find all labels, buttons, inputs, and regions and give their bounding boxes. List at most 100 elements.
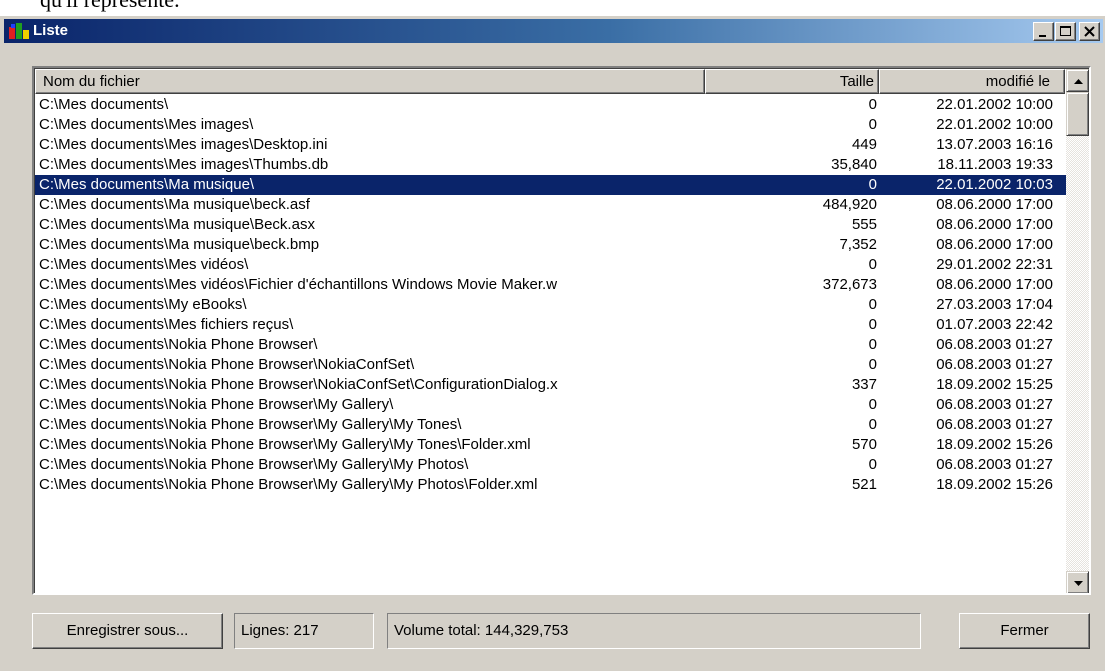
title-bar[interactable]: Liste [4,19,1103,43]
file-name-cell: C:\Mes documents\Nokia Phone Browser\My … [39,396,394,413]
modified-date-cell: 06.08.2003 01:27 [936,356,1053,373]
file-name-cell: C:\Mes documents\Mes images\Desktop.ini [39,136,328,153]
table-row[interactable]: C:\Mes documents\Nokia Phone Browser\My … [35,415,1066,435]
file-size-cell: 0 [868,256,877,273]
line-count-panel: Lignes: 217 [234,613,374,649]
table-row[interactable]: C:\Mes documents\ 0 22.01.2002 10:00 [35,95,1066,115]
modified-date-cell: 22.01.2002 10:00 [936,116,1053,133]
file-name-cell: C:\Mes documents\Nokia Phone Browser\My … [39,476,538,493]
file-name-cell: C:\Mes documents\Nokia Phone Browser\My … [39,436,531,453]
modified-date-cell: 22.01.2002 10:00 [936,96,1053,113]
table-row[interactable]: C:\Mes documents\Nokia Phone Browser\My … [35,435,1066,455]
modified-date-cell: 08.06.2000 17:00 [936,236,1053,253]
table-row[interactable]: C:\Mes documents\Ma musique\ 0 22.01.2002 … [35,175,1066,195]
scroll-down-button[interactable] [1066,571,1089,593]
file-name-cell: C:\Mes documents\Mes images\Thumbs.db [39,156,329,173]
file-name-cell: C:\Mes documents\Ma musique\beck.bmp [39,236,320,253]
list-rows: C:\Mes documents\ 0 22.01.2002 10:00 C:\Mes… [35,95,1066,593]
table-row[interactable]: C:\Mes documents\Mes vidéos\Fichier d'éc… [35,275,1066,295]
file-size-cell: 521 [851,476,877,493]
modified-date-cell: 27.03.2003 17:04 [936,296,1053,313]
table-row[interactable]: C:\Mes documents\Nokia Phone Browser\My … [35,455,1066,475]
table-row[interactable]: C:\Mes documents\Mes images\Thumbs.db 35,… [35,155,1066,175]
table-row[interactable]: C:\Mes documents\Nokia Phone Browser\ 0 06… [35,335,1066,355]
minimize-button[interactable] [1033,22,1054,41]
file-size-cell: 570 [851,436,877,453]
file-size-cell: 555 [851,216,877,233]
file-name-cell: C:\Mes documents\Nokia Phone Browser\Nok… [39,376,558,393]
column-header-modified[interactable]: modifié le [879,69,1065,94]
close-button[interactable]: Fermer [959,613,1090,649]
table-row[interactable]: C:\Mes documents\Mes vidéos\ 0 29.01.2002 … [35,255,1066,275]
table-row[interactable]: C:\Mes documents\Mes images\Desktop.ini 4… [35,135,1066,155]
total-volume-panel: Volume total: 144,329,753 [387,613,921,649]
column-header-size[interactable]: Taille [705,69,879,94]
modified-date-cell: 08.06.2000 17:00 [936,196,1053,213]
file-name-cell: C:\Mes documents\Ma musique\Beck.asx [39,216,315,233]
arrow-up-icon [1074,79,1083,84]
table-row[interactable]: C:\Mes documents\Ma musique\beck.bmp 7,35… [35,235,1066,255]
table-row[interactable]: C:\Mes documents\Nokia Phone Browser\Nok… [35,375,1066,395]
modified-date-cell: 18.09.2002 15:26 [936,476,1053,493]
file-name-cell: C:\Mes documents\Ma musique\beck.asf [39,196,310,213]
modified-date-cell: 01.07.2003 22:42 [936,316,1053,333]
background-document-text: qu'il représente. [40,0,180,13]
file-size-cell: 484,920 [822,196,877,213]
app-icon [9,23,29,39]
modified-date-cell: 18.11.2003 19:33 [937,156,1053,173]
modified-date-cell: 18.09.2002 15:25 [936,376,1053,393]
arrow-down-icon [1074,581,1083,586]
modified-date-cell: 13.07.2003 16:16 [936,136,1053,153]
file-size-cell: 35,840 [831,156,877,173]
scroll-up-button[interactable] [1066,69,1089,92]
vertical-scrollbar[interactable] [1066,69,1089,593]
file-name-cell: C:\Mes documents\Nokia Phone Browser\My … [39,416,462,433]
file-size-cell: 449 [851,136,877,153]
file-size-cell: 7,352 [839,236,877,253]
file-size-cell: 0 [868,396,877,413]
file-size-cell: 0 [868,356,877,373]
modified-date-cell: 08.06.2000 17:00 [936,216,1053,233]
file-size-cell: 0 [868,316,877,333]
file-size-cell: 372,673 [822,276,877,293]
window-title: Liste [33,22,69,39]
table-row[interactable]: C:\Mes documents\Ma musique\Beck.asx 555 0… [35,215,1066,235]
modified-date-cell: 06.08.2003 01:27 [936,396,1053,413]
close-icon [1084,26,1095,37]
close-window-button[interactable] [1079,22,1100,41]
file-name-cell: C:\Mes documents\Nokia Phone Browser\My … [39,456,469,473]
table-row[interactable]: C:\Mes documents\My eBooks\ 0 27.03.2003 1… [35,295,1066,315]
table-row[interactable]: C:\Mes documents\Ma musique\beck.asf 484,… [35,195,1066,215]
table-row[interactable]: C:\Mes documents\Nokia Phone Browser\My … [35,475,1066,495]
scrollbar-thumb[interactable] [1066,92,1089,136]
modified-date-cell: 06.08.2003 01:27 [936,336,1053,353]
file-size-cell: 0 [868,116,877,133]
file-name-cell: C:\Mes documents\Mes images\ [39,116,254,133]
file-size-cell: 0 [868,336,877,353]
file-name-cell: C:\Mes documents\Mes vidéos\ [39,256,249,273]
file-size-cell: 0 [868,296,877,313]
file-name-cell: C:\Mes documents\Nokia Phone Browser\Nok… [39,356,415,373]
save-as-button[interactable]: Enregistrer sous... [32,613,223,649]
modified-date-cell: 18.09.2002 15:26 [936,436,1053,453]
modified-date-cell: 29.01.2002 22:31 [936,256,1053,273]
file-size-cell: 0 [868,176,877,193]
file-name-cell: C:\Mes documents\Mes fichiers reçus\ [39,316,294,333]
table-row[interactable]: C:\Mes documents\Nokia Phone Browser\My … [35,395,1066,415]
minimize-icon [1039,35,1046,37]
modified-date-cell: 22.01.2002 10:03 [936,176,1053,193]
maximize-icon [1060,26,1071,36]
table-row[interactable]: C:\Mes documents\Nokia Phone Browser\Nok… [35,355,1066,375]
maximize-button[interactable] [1055,22,1076,41]
table-row[interactable]: C:\Mes documents\Mes fichiers reçus\ 0 01.… [35,315,1066,335]
file-name-cell: C:\Mes documents\ [39,96,169,113]
file-name-cell: C:\Mes documents\Mes vidéos\Fichier d'éc… [39,276,558,293]
file-size-cell: 0 [868,416,877,433]
file-name-cell: C:\Mes documents\Ma musique\ [39,176,255,193]
list-header: Nom du fichier Taille modifié le [35,69,1066,94]
file-list[interactable]: Nom du fichier Taille modifié le C:\Mes … [32,66,1091,595]
modified-date-cell: 08.06.2000 17:00 [936,276,1053,293]
liste-window: Liste Nom du fichier Taille modifié le C… [0,16,1105,671]
column-header-name[interactable]: Nom du fichier [35,69,705,94]
table-row[interactable]: C:\Mes documents\Mes images\ 0 22.01.2002 … [35,115,1066,135]
